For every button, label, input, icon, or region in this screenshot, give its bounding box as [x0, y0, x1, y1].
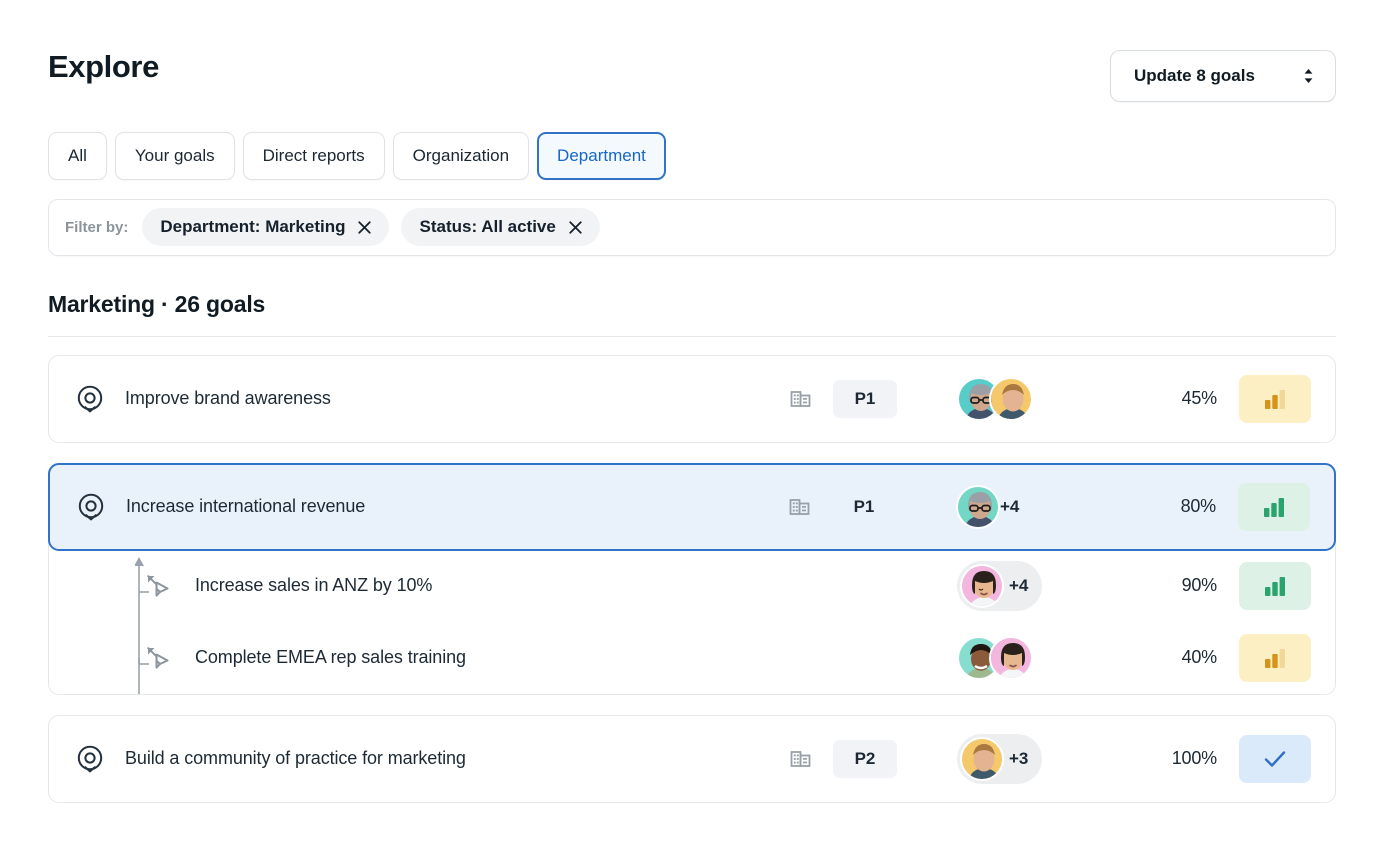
filter-chip-department-label: Department: Marketing [160, 217, 346, 237]
status-badge[interactable] [1238, 482, 1310, 531]
progress-percent: 90% [1181, 575, 1218, 596]
avatar[interactable] [956, 484, 1000, 529]
page-header: Explore Update 8 goals [48, 0, 1336, 102]
contributing-goal-arrow-icon [143, 643, 173, 673]
goal-target-icon [76, 492, 108, 522]
section-heading: Marketing · 26 goals [48, 290, 266, 317]
goal-card: Increase international revenue P1 +4 80%… [48, 462, 1336, 695]
subgoal-name: Increase sales in ANZ by 10% [195, 575, 433, 596]
tab-direct-reports[interactable]: Direct reports [242, 132, 385, 180]
subgoal-row[interactable]: Increase sales in ANZ by 10% +4 90% [49, 550, 1335, 622]
avatar-group[interactable] [957, 635, 1033, 680]
explore-page: Explore Update 8 goals All Your goals Di… [0, 0, 1384, 856]
avatar-more-count: +4 [1009, 575, 1029, 595]
bar-chart-icon [1265, 576, 1285, 596]
goal-card: Improve brand awareness P1 45% [48, 354, 1336, 443]
building-icon [769, 387, 833, 411]
owners[interactable] [957, 376, 1067, 421]
goal-row[interactable]: Build a community of practice for market… [49, 716, 1335, 802]
building-icon [769, 747, 833, 771]
goal-row-selected[interactable]: Increase international revenue P1 +4 80% [48, 462, 1336, 551]
avatar-group[interactable]: +4 [957, 560, 1043, 611]
owners[interactable]: +3 [957, 733, 1067, 784]
tab-all[interactable]: All [48, 132, 107, 180]
avatar-group[interactable] [957, 376, 1033, 421]
goal-target-icon [75, 384, 107, 414]
filter-chip-department[interactable]: Department: Marketing [142, 208, 390, 247]
progress-percent: 100% [1171, 748, 1217, 769]
close-icon[interactable] [568, 220, 583, 235]
status-badge[interactable] [1239, 734, 1311, 783]
owners[interactable]: +4 [957, 560, 1067, 611]
owners[interactable] [957, 635, 1067, 680]
priority-badge: P1 [833, 379, 897, 418]
goal-name: Build a community of practice for market… [125, 748, 466, 769]
up-down-chevron-icon [1304, 69, 1313, 83]
tab-your-goals[interactable]: Your goals [114, 132, 235, 180]
contributing-goal-arrow-icon [143, 571, 173, 601]
progress-percent: 40% [1181, 647, 1218, 668]
bar-chart-icon [1265, 389, 1285, 409]
subgoal-row[interactable]: Complete EMEA rep sales training 40% [49, 622, 1335, 694]
status-badge[interactable] [1239, 374, 1311, 423]
goal-card: Build a community of practice for market… [48, 714, 1336, 803]
goal-target-icon [75, 744, 107, 774]
scope-tabs: All Your goals Direct reports Organizati… [48, 132, 1336, 180]
bar-chart-icon [1264, 497, 1284, 517]
tab-department[interactable]: Department [537, 132, 666, 180]
bar-chart-icon [1265, 648, 1285, 668]
owners[interactable]: +4 [956, 484, 1066, 529]
goal-name: Improve brand awareness [125, 388, 331, 409]
close-icon[interactable] [357, 220, 372, 235]
avatar[interactable] [960, 563, 1004, 608]
filter-by-label: Filter by: [65, 218, 129, 236]
update-goals-button[interactable]: Update 8 goals [1110, 50, 1336, 102]
avatar-group[interactable]: +3 [957, 733, 1043, 784]
page-title: Explore [48, 49, 159, 84]
avatar[interactable] [989, 376, 1033, 421]
update-goals-label: Update 8 goals [1134, 66, 1255, 85]
subgoal-name: Complete EMEA rep sales training [195, 647, 466, 668]
avatar-more-count: +4 [1000, 496, 1020, 516]
tab-organization[interactable]: Organization [392, 132, 530, 180]
avatar-group[interactable]: +4 [956, 484, 1020, 529]
goal-row[interactable]: Improve brand awareness P1 45% [49, 356, 1335, 442]
priority-badge: P2 [833, 739, 897, 778]
section-divider [48, 335, 1336, 337]
filter-chip-status-label: Status: All active [419, 217, 556, 237]
status-badge[interactable] [1239, 633, 1311, 682]
check-icon [1264, 750, 1286, 767]
avatar[interactable] [989, 635, 1033, 680]
progress-percent: 80% [1180, 496, 1217, 517]
priority-badge-placeholder [833, 639, 897, 677]
filter-bar: Filter by: Department: Marketing Status:… [48, 198, 1336, 256]
status-badge[interactable] [1239, 561, 1311, 610]
filter-chip-status[interactable]: Status: All active [401, 208, 600, 247]
avatar[interactable] [960, 736, 1004, 781]
goal-name: Increase international revenue [126, 496, 366, 517]
progress-percent: 45% [1181, 388, 1218, 409]
priority-badge-placeholder [833, 567, 897, 605]
building-icon [768, 495, 832, 519]
priority-badge: P1 [853, 496, 875, 516]
avatar-more-count: +3 [1009, 748, 1029, 768]
